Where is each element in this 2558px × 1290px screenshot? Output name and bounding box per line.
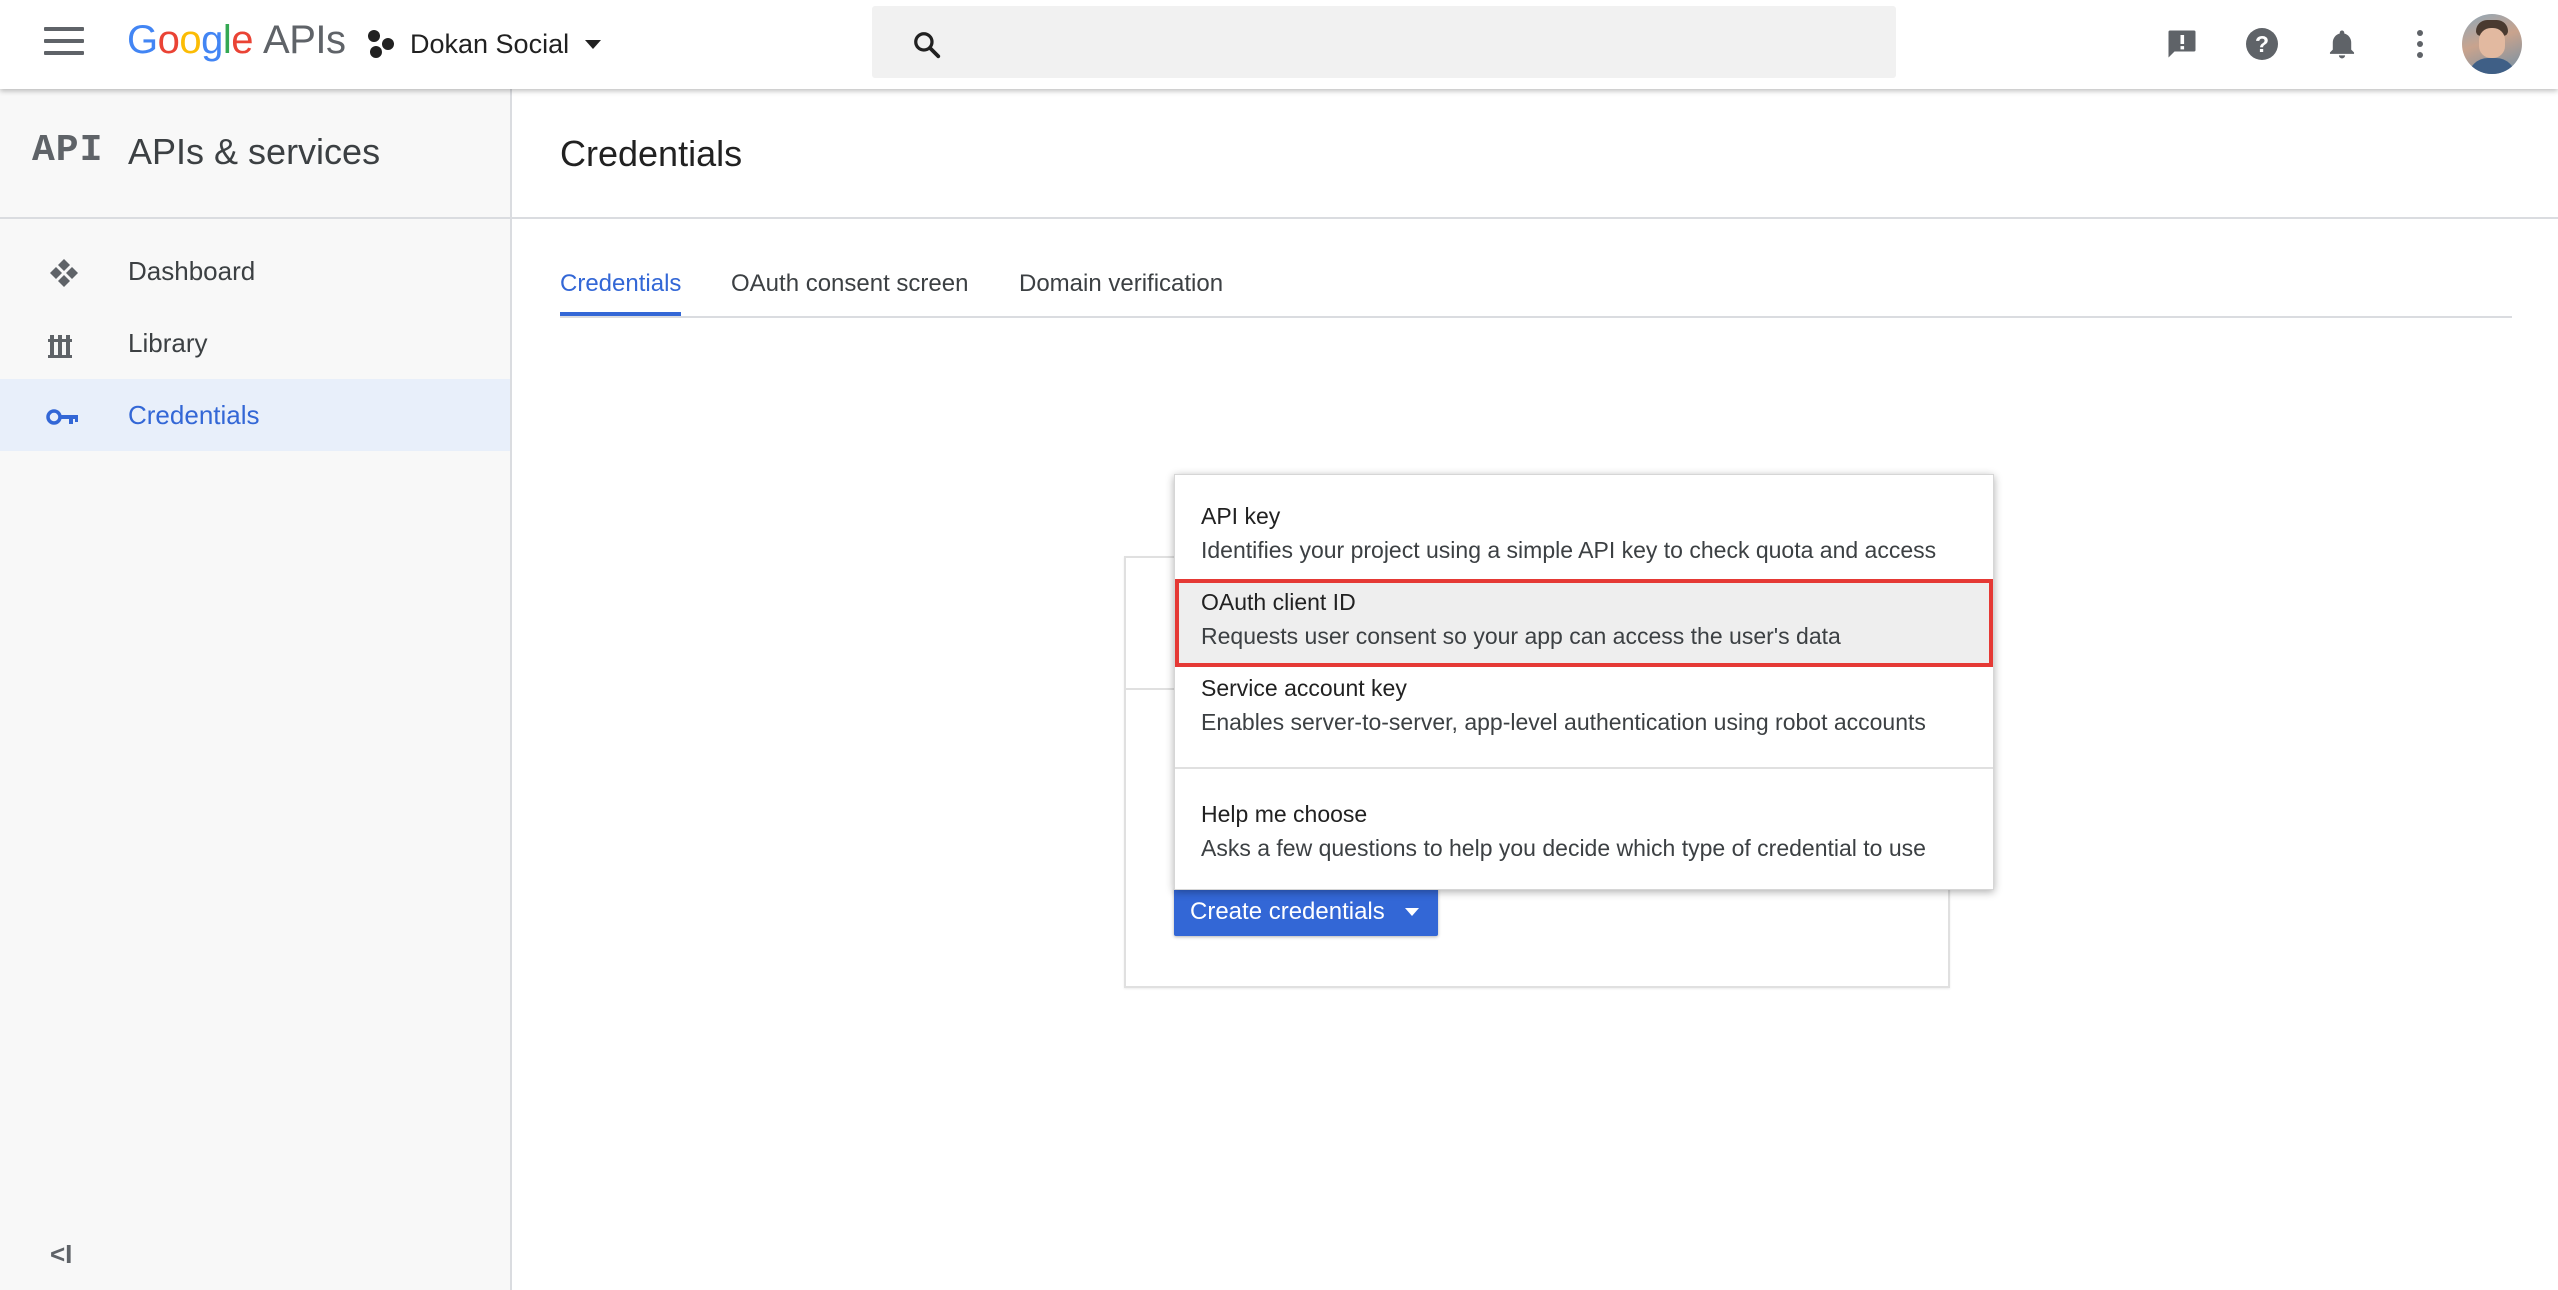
- sidebar-item-label: Credentials: [128, 399, 260, 430]
- menu-icon[interactable]: [44, 27, 84, 61]
- menu-item-description: Asks a few questions to help you decide …: [1201, 835, 1926, 861]
- project-icon: [368, 30, 396, 58]
- logo-letter: o: [179, 18, 202, 62]
- google-apis-logo[interactable]: Google APIs: [127, 18, 346, 63]
- search-bar[interactable]: [872, 6, 1896, 78]
- menu-item-oauth-client-id[interactable]: OAuth client ID Requests user consent so…: [1175, 579, 1993, 667]
- page-header: Credentials: [512, 89, 2558, 219]
- create-credentials-label: Create credentials: [1190, 898, 1385, 925]
- menu-item-title: OAuth client ID: [1201, 589, 1356, 615]
- menu-item-description: Requests user consent so your app can ac…: [1201, 623, 1841, 649]
- sidebar-item-label: Library: [128, 327, 208, 358]
- create-credentials-menu: API key Identifies your project using a …: [1174, 474, 1994, 890]
- search-input[interactable]: [962, 16, 1866, 70]
- feedback-glyph: [2168, 30, 2196, 58]
- top-app-bar: Google APIs Dokan Social ?: [0, 0, 2558, 89]
- api-logo-icon: API: [32, 129, 104, 172]
- tab-domain-verification[interactable]: Domain verification: [1019, 270, 1223, 316]
- chevron-down-icon: [585, 39, 602, 49]
- sidebar-item-library[interactable]: Library: [0, 307, 510, 379]
- collapse-sidebar-icon[interactable]: <I: [50, 1239, 72, 1270]
- help-glyph: ?: [2246, 28, 2278, 60]
- dashboard-icon: [50, 259, 78, 287]
- logo-letter: l: [222, 18, 232, 62]
- menu-item-title: Service account key: [1201, 675, 1407, 701]
- sidebar-title: APIs & services: [128, 131, 381, 172]
- more-vert-glyph: [2417, 30, 2423, 58]
- logo-letter: e: [231, 18, 254, 62]
- help-icon[interactable]: ?: [2240, 22, 2284, 66]
- menu-item-description: Identifies your project using a simple A…: [1201, 537, 1937, 563]
- menu-item-help-me-choose[interactable]: Help me choose Asks a few questions to h…: [1175, 769, 1993, 887]
- logo-letter: o: [157, 18, 180, 62]
- tab-bar: Credentials OAuth consent screen Domain …: [560, 262, 2512, 318]
- sidebar-header: API APIs & services: [0, 89, 510, 219]
- account-avatar[interactable]: [2462, 14, 2522, 74]
- menu-item-description: Enables server-to-server, app-level auth…: [1201, 709, 1926, 735]
- bell-glyph: [2329, 30, 2355, 59]
- menu-item-api-key[interactable]: API key Identifies your project using a …: [1175, 475, 1993, 563]
- more-vert-icon[interactable]: [2398, 22, 2442, 66]
- sidebar-item-label: Dashboard: [128, 255, 256, 286]
- search-icon: [914, 32, 941, 59]
- project-selector[interactable]: Dokan Social: [368, 22, 602, 66]
- tab-oauth-consent-screen[interactable]: OAuth consent screen: [731, 270, 968, 316]
- sidebar: API APIs & services Dashboard Library Cr…: [0, 89, 512, 1290]
- logo-letter: g: [201, 18, 223, 62]
- tab-credentials[interactable]: Credentials: [560, 270, 682, 316]
- sidebar-item-dashboard[interactable]: Dashboard: [0, 235, 510, 307]
- create-credentials-button[interactable]: Create credentials: [1174, 888, 1438, 936]
- menu-item-service-account-key[interactable]: Service account key Enables server-to-se…: [1175, 667, 1993, 757]
- notifications-icon[interactable]: [2320, 22, 2364, 66]
- chevron-down-icon: [1404, 908, 1419, 916]
- logo-letter: G: [127, 18, 158, 62]
- page-title: Credentials: [560, 133, 743, 174]
- feedback-icon[interactable]: [2160, 22, 2204, 66]
- menu-item-title: Help me choose: [1201, 801, 1368, 827]
- menu-item-title: API key: [1201, 503, 1281, 529]
- library-icon: [48, 335, 72, 358]
- project-name: Dokan Social: [410, 28, 570, 59]
- sidebar-item-credentials[interactable]: Credentials: [0, 379, 510, 451]
- logo-apis-text: APIs: [263, 18, 346, 62]
- key-icon: [46, 409, 78, 425]
